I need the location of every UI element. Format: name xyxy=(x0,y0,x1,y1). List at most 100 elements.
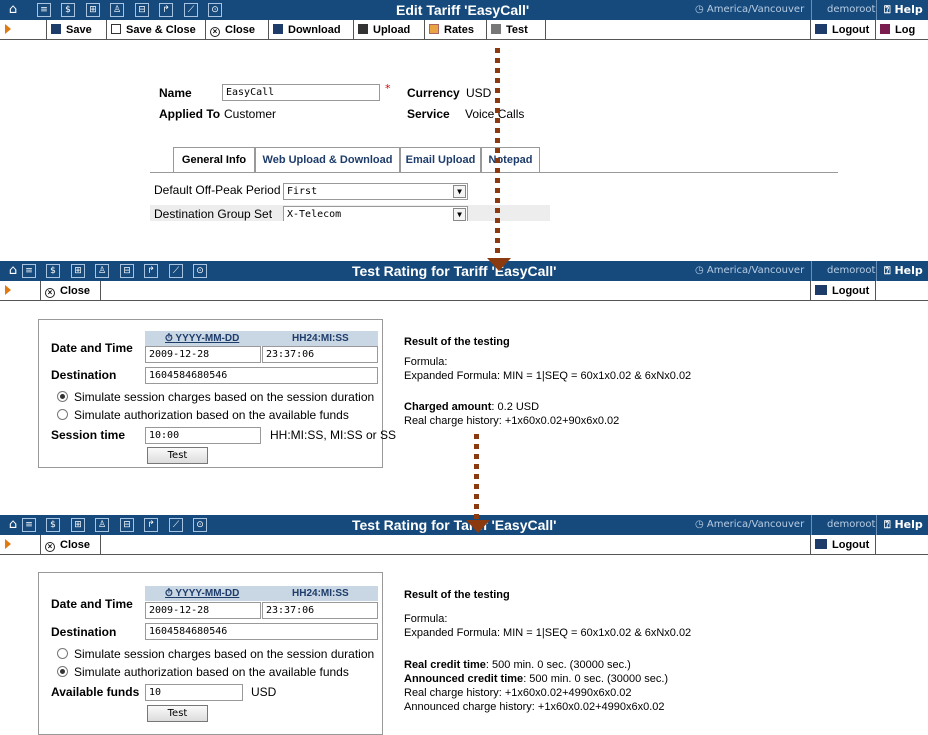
search-icon[interactable]: ⊙ xyxy=(193,518,207,532)
person-icon[interactable]: ♙ xyxy=(110,3,124,17)
clock-icon: ◷ xyxy=(695,519,707,530)
chart-icon[interactable]: ⟋ xyxy=(184,3,198,17)
chart-icon[interactable]: ⟋ xyxy=(169,518,183,532)
page-title: Edit Tariff 'EasyCall' xyxy=(396,2,530,18)
help-link[interactable]: ⍰ Help xyxy=(884,518,923,532)
radio-available-funds[interactable] xyxy=(57,409,68,420)
log-icon xyxy=(880,24,890,34)
timezone-link[interactable]: ◷ America/Vancouver xyxy=(695,265,804,276)
tab-notepad[interactable]: Notepad xyxy=(481,147,540,173)
timezone-link[interactable]: ◷ America/Vancouver xyxy=(695,519,804,530)
tree-icon[interactable]: ⊟ xyxy=(120,264,134,278)
person-icon[interactable]: ♙ xyxy=(95,518,109,532)
help-link[interactable]: ⍰ Help xyxy=(884,264,923,278)
save-close-button[interactable]: Save & Close xyxy=(106,20,196,40)
tab-web-upload[interactable]: Web Upload & Download xyxy=(255,147,400,173)
date-format-link[interactable]: ⏱ YYYY-MM-DD xyxy=(165,331,239,346)
datetime-format-header: ⏱ YYYY-MM-DD HH24:MI:SS xyxy=(145,331,378,346)
close-icon: × xyxy=(45,288,55,298)
list-icon[interactable]: ≡ xyxy=(22,264,36,278)
date-format-link[interactable]: ⏱ YYYY-MM-DD xyxy=(165,586,239,601)
session-time-input[interactable]: 10:00 xyxy=(145,427,261,444)
home-icon[interactable]: ⌂ xyxy=(6,3,20,17)
close-button[interactable]: × Close xyxy=(40,281,90,301)
close-button[interactable]: × Close xyxy=(205,20,255,40)
log-button[interactable]: Log xyxy=(875,20,915,40)
save-button[interactable]: Save xyxy=(46,20,92,40)
tree-icon[interactable]: ⊟ xyxy=(135,3,149,17)
logout-button[interactable]: Logout xyxy=(810,20,869,40)
radio-session-duration-label: Simulate session charges based on the se… xyxy=(74,647,375,661)
dollar-icon[interactable]: $ xyxy=(46,518,60,532)
close-button[interactable]: × Close xyxy=(40,535,90,555)
search-icon[interactable]: ⊙ xyxy=(193,264,207,278)
grid-icon[interactable]: ⊞ xyxy=(86,3,100,17)
dollar-icon[interactable]: $ xyxy=(61,3,75,17)
user-link[interactable]: demoroot xyxy=(827,4,875,15)
divider xyxy=(811,261,812,281)
destination-input[interactable]: 1604584680546 xyxy=(145,367,378,384)
time-input[interactable]: 23:37:06 xyxy=(262,346,378,363)
tab-general-info[interactable]: General Info xyxy=(173,147,255,173)
help-link[interactable]: ⍰ Help xyxy=(884,3,923,17)
page-title: Test Rating for Tariff 'EasyCall' xyxy=(352,517,557,533)
radio-session-duration[interactable] xyxy=(57,648,68,659)
name-input[interactable]: EasyCall xyxy=(222,84,380,101)
funds-unit: USD xyxy=(251,685,277,699)
list-icon[interactable]: ≡ xyxy=(37,3,51,17)
radio-session-duration[interactable] xyxy=(57,391,68,402)
arrow-dot xyxy=(495,128,500,133)
grid-icon[interactable]: ⊞ xyxy=(71,264,85,278)
person-icon[interactable]: ♙ xyxy=(95,264,109,278)
test-button[interactable]: Test xyxy=(147,705,208,722)
logout-icon xyxy=(815,539,827,549)
rates-button[interactable]: Rates xyxy=(424,20,474,40)
help-icon: ⍰ xyxy=(884,3,895,16)
test-button[interactable]: Test xyxy=(486,20,528,40)
date-input[interactable]: 2009-12-28 xyxy=(145,346,261,363)
user-link[interactable]: demoroot xyxy=(827,519,875,530)
radio-available-funds[interactable] xyxy=(57,666,68,677)
clock-icon: ◷ xyxy=(695,4,707,15)
available-funds-input[interactable]: 10 xyxy=(145,684,243,701)
arrow-dot xyxy=(474,504,479,509)
rates-icon xyxy=(429,24,439,34)
radio-available-funds-label: Simulate authorization based on the avai… xyxy=(74,665,349,679)
export-icon[interactable]: ↱ xyxy=(159,3,173,17)
toolbar-arrow-icon xyxy=(5,24,11,34)
search-icon[interactable]: ⊙ xyxy=(208,3,222,17)
export-icon[interactable]: ↱ xyxy=(144,264,158,278)
home-icon[interactable]: ⌂ xyxy=(6,518,20,532)
clock-icon: ◷ xyxy=(695,265,707,276)
destgroup-select[interactable]: X-Telecom ▼ xyxy=(283,206,468,221)
home-icon[interactable]: ⌂ xyxy=(6,264,20,278)
destgroup-label: Destination Group Set xyxy=(154,207,273,221)
upload-button[interactable]: Upload xyxy=(353,20,410,40)
chart-icon[interactable]: ⟋ xyxy=(169,264,183,278)
test-button[interactable]: Test xyxy=(147,447,208,464)
logout-button[interactable]: Logout xyxy=(810,535,869,555)
export-icon[interactable]: ↱ xyxy=(144,518,158,532)
user-link[interactable]: demoroot xyxy=(827,265,875,276)
logout-icon xyxy=(815,285,827,295)
arrow-dot xyxy=(474,514,479,519)
test-rating-panel-funds: ⌂ ≡ $ ⊞ ♙ ⊟ ↱ ⟋ ⊙ Test Rating for Tariff… xyxy=(0,515,928,735)
date-input[interactable]: 2009-12-28 xyxy=(145,602,261,619)
logout-button[interactable]: Logout xyxy=(810,281,869,301)
tab-email-upload[interactable]: Email Upload xyxy=(400,147,481,173)
toolbar-arrow-icon xyxy=(5,539,11,549)
download-button[interactable]: Download xyxy=(268,20,341,40)
list-icon[interactable]: ≡ xyxy=(22,518,36,532)
real-charge-history: Real charge history: +1x60x0.02+90x6x0.0… xyxy=(404,415,620,427)
close-icon: × xyxy=(210,27,220,37)
time-input[interactable]: 23:37:06 xyxy=(262,602,378,619)
destination-input[interactable]: 1604584680546 xyxy=(145,623,378,640)
title-bar: ⌂ ≡ $ ⊞ ♙ ⊟ ↱ ⟋ ⊙ Edit Tariff 'EasyCall'… xyxy=(0,0,928,20)
available-funds-label: Available funds xyxy=(51,685,140,699)
grid-icon[interactable]: ⊞ xyxy=(71,518,85,532)
dollar-icon[interactable]: $ xyxy=(46,264,60,278)
date-time-label: Date and Time xyxy=(51,341,133,355)
tree-icon[interactable]: ⊟ xyxy=(120,518,134,532)
offpeak-select[interactable]: First ▼ xyxy=(283,183,468,200)
timezone-link[interactable]: ◷ America/Vancouver xyxy=(695,4,804,15)
